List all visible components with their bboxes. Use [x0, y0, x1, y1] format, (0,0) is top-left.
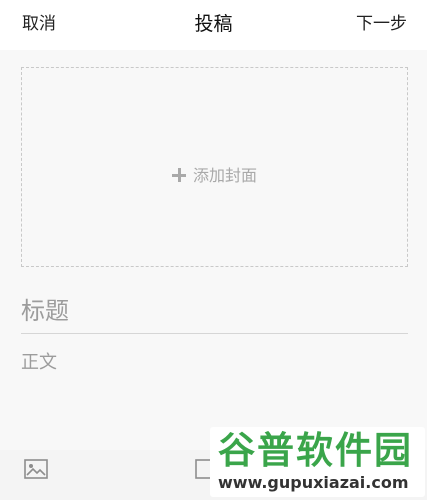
title-input[interactable]: [21, 288, 408, 334]
editor-area: 添加封面: [0, 50, 427, 450]
add-cover-text: 添加封面: [192, 166, 257, 185]
post-editor-screen: 取消 投稿 下一步 添加封面 谷普软件园 www.gupuxiazai.com: [0, 0, 427, 500]
watermark-url: www.gupuxiazai.com: [218, 473, 409, 492]
plus-icon: [171, 168, 186, 182]
next-step-button[interactable]: 下一步: [356, 12, 407, 36]
watermark-title: 谷普软件园: [218, 429, 413, 472]
site-watermark: 谷普软件园 www.gupuxiazai.com: [210, 427, 425, 497]
body-input[interactable]: [21, 348, 408, 438]
add-cover-area[interactable]: 添加封面: [21, 67, 408, 267]
add-cover-label: 添加封面: [22, 165, 407, 187]
top-bar: 取消 投稿 下一步: [0, 0, 427, 50]
image-icon[interactable]: [24, 459, 48, 479]
